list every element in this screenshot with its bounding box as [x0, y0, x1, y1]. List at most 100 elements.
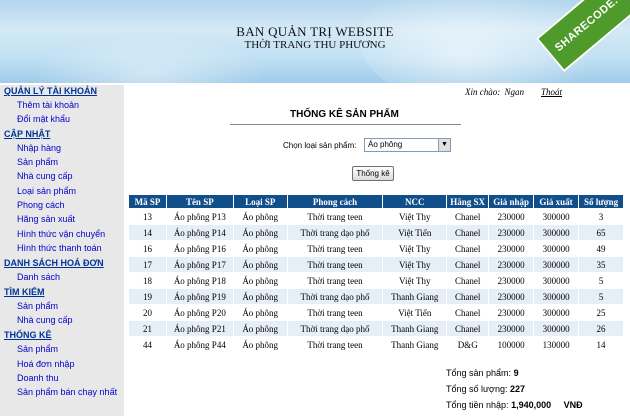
table-row: 20 Áo phông P20 Áo phông Thời trang teen Việ…	[128, 304, 624, 321]
sidebar-item-manufacturers[interactable]: Hãng sản xuất	[17, 214, 75, 224]
cell-style: Thời trang teen	[286, 240, 384, 257]
sidebar-item-invoice-list[interactable]: Danh sách	[17, 272, 60, 282]
sidebar-item-add-account[interactable]: Thêm tài khoản	[17, 100, 79, 110]
cell-sale-price: 300000	[533, 272, 580, 289]
cell-manufacturer: Chanel	[446, 288, 490, 305]
cell-manufacturer: D&G	[446, 336, 490, 353]
cell-supplier: Thanh Giang	[382, 288, 448, 305]
cell-manufacturer: Chanel	[446, 272, 490, 289]
sidebar-item-stat-products[interactable]: Sản phẩm	[17, 344, 58, 354]
cell-sale-price: 300000	[533, 304, 580, 321]
title-divider	[230, 124, 461, 125]
sidebar-item-stat-best-sellers[interactable]: Sản phẩm bán chạy nhất	[17, 387, 117, 397]
sidebar-item-products[interactable]: Sản phẩm	[17, 157, 58, 167]
statistics-button[interactable]: Thống kê	[352, 166, 394, 181]
table-row: 19 Áo phông P19 Áo phông Thời trang dạo phố…	[128, 288, 624, 305]
col-header: Tên SP	[165, 194, 234, 209]
section-invoices[interactable]: DANH SÁCH HOÁ ĐƠN	[4, 258, 104, 268]
cell-quantity: 5	[578, 288, 624, 305]
section-search[interactable]: TÌM KIẾM	[4, 287, 45, 297]
greeting-label: Xin chào:	[465, 87, 501, 97]
cell-quantity: 3	[578, 208, 624, 225]
col-header: Phong cách	[286, 194, 384, 209]
section-account[interactable]: QUẢN LÝ TÀI KHOẢN	[4, 86, 97, 96]
table-row: 14 Áo phông P14 Áo phông Thời trang dạo phố…	[128, 224, 624, 241]
cell-product-name: Áo phông P17	[165, 256, 234, 273]
cell-supplier: Thanh Giang	[382, 320, 448, 337]
total-quantity-value: 227	[509, 384, 526, 394]
cell-sale-price: 300000	[533, 240, 580, 257]
cell-manufacturer: Chanel	[446, 304, 490, 321]
cell-quantity: 5	[578, 272, 624, 289]
cell-product-id: 14	[128, 224, 167, 241]
sidebar-item-change-password[interactable]: Đổi mật khẩu	[17, 114, 70, 124]
cell-product-id: 18	[128, 272, 167, 289]
cell-import-price: 230000	[488, 208, 535, 225]
cell-supplier: Thanh Giang	[382, 336, 448, 353]
cell-style: Thời trang teen	[286, 208, 384, 225]
sidebar-item-search-products[interactable]: Sản phẩm	[17, 301, 58, 311]
cell-style: Thời trang teen	[286, 272, 384, 289]
cell-supplier: Việt Thy	[382, 256, 448, 273]
total-import-label: Tổng tiền nhập:	[446, 400, 509, 410]
sidebar-item-search-suppliers[interactable]: Nhà cung cấp	[17, 315, 73, 325]
total-quantity: Tổng số lượng: 227	[446, 384, 525, 394]
product-stats-table: Mã SP Tên SP Loại SP Phong cách NCC Hãng…	[128, 194, 624, 353]
cell-product-name: Áo phông P14	[165, 224, 234, 241]
cell-style: Thời trang dạo phố	[286, 288, 384, 305]
total-products: Tổng sản phẩm: 9	[446, 368, 519, 378]
cell-product-type: Áo phông	[232, 288, 288, 305]
cell-import-price: 230000	[488, 224, 535, 241]
cell-product-type: Áo phông	[232, 320, 288, 337]
logout-link[interactable]: Thoát	[541, 87, 562, 97]
section-update[interactable]: CẬP NHẬT	[4, 129, 50, 139]
table-row: 16 Áo phông P16 Áo phông Thời trang teen Việ…	[128, 240, 624, 257]
username: Ngan	[504, 87, 525, 97]
sidebar-item-styles[interactable]: Phong cách	[17, 200, 65, 210]
cell-manufacturer: Chanel	[446, 320, 490, 337]
cell-import-price: 100000	[488, 336, 535, 353]
sidebar-item-stat-import-invoices[interactable]: Hoá đơn nhập	[17, 359, 74, 369]
cell-product-name: Áo phông P19	[165, 288, 234, 305]
cell-product-type: Áo phông	[232, 240, 288, 257]
cell-product-type: Áo phông	[232, 208, 288, 225]
cell-supplier: Việt Thy	[382, 272, 448, 289]
col-header: Hãng SX	[446, 194, 490, 209]
cell-product-id: 17	[128, 256, 167, 273]
sidebar-item-product-types[interactable]: Loại sản phẩm	[17, 186, 76, 196]
sidebar-item-import[interactable]: Nhập hàng	[17, 143, 61, 153]
cell-product-name: Áo phông P18	[165, 272, 234, 289]
total-products-value: 9	[513, 368, 519, 378]
sidebar-item-shipping[interactable]: Hình thức vận chuyển	[17, 229, 105, 239]
cell-import-price: 230000	[488, 256, 535, 273]
cell-product-name: Áo phông P21	[165, 320, 234, 337]
sidebar-item-stat-revenue[interactable]: Doanh thu	[17, 373, 59, 383]
cell-product-name: Áo phông P44	[165, 336, 234, 353]
cell-product-id: 20	[128, 304, 167, 321]
chevron-down-icon[interactable]: ▼	[438, 139, 450, 151]
cell-product-name: Áo phông P13	[165, 208, 234, 225]
sidebar-item-payment[interactable]: Hình thức thanh toán	[17, 243, 102, 253]
category-select[interactable]: Áo phông ▼	[364, 138, 451, 152]
cell-product-type: Áo phông	[232, 256, 288, 273]
section-statistics[interactable]: THỐNG KÊ	[4, 330, 52, 340]
total-quantity-label: Tổng số lượng:	[446, 384, 508, 394]
cell-style: Thời trang dạo phố	[286, 224, 384, 241]
table-row: 18 Áo phông P18 Áo phông Thời trang teen Việ…	[128, 272, 624, 289]
cell-product-type: Áo phông	[232, 272, 288, 289]
col-header: Số lượng	[578, 194, 624, 209]
cell-style: Thời trang teen	[286, 336, 384, 353]
cell-manufacturer: Chanel	[446, 208, 490, 225]
cell-product-id: 44	[128, 336, 167, 353]
cell-sale-price: 300000	[533, 208, 580, 225]
cell-product-type: Áo phông	[232, 304, 288, 321]
cell-supplier: Việt Tiến	[382, 304, 448, 321]
cell-product-name: Áo phông P16	[165, 240, 234, 257]
table-row: 44 Áo phông P44 Áo phông Thời trang teen Tha…	[128, 336, 624, 353]
cell-import-price: 230000	[488, 304, 535, 321]
cell-style: Thời trang teen	[286, 304, 384, 321]
cell-quantity: 35	[578, 256, 624, 273]
sidebar-item-suppliers[interactable]: Nhà cung cấp	[17, 171, 73, 181]
cell-supplier: Việt Tiến	[382, 224, 448, 241]
greeting: Xin chào: Ngan	[465, 87, 524, 97]
